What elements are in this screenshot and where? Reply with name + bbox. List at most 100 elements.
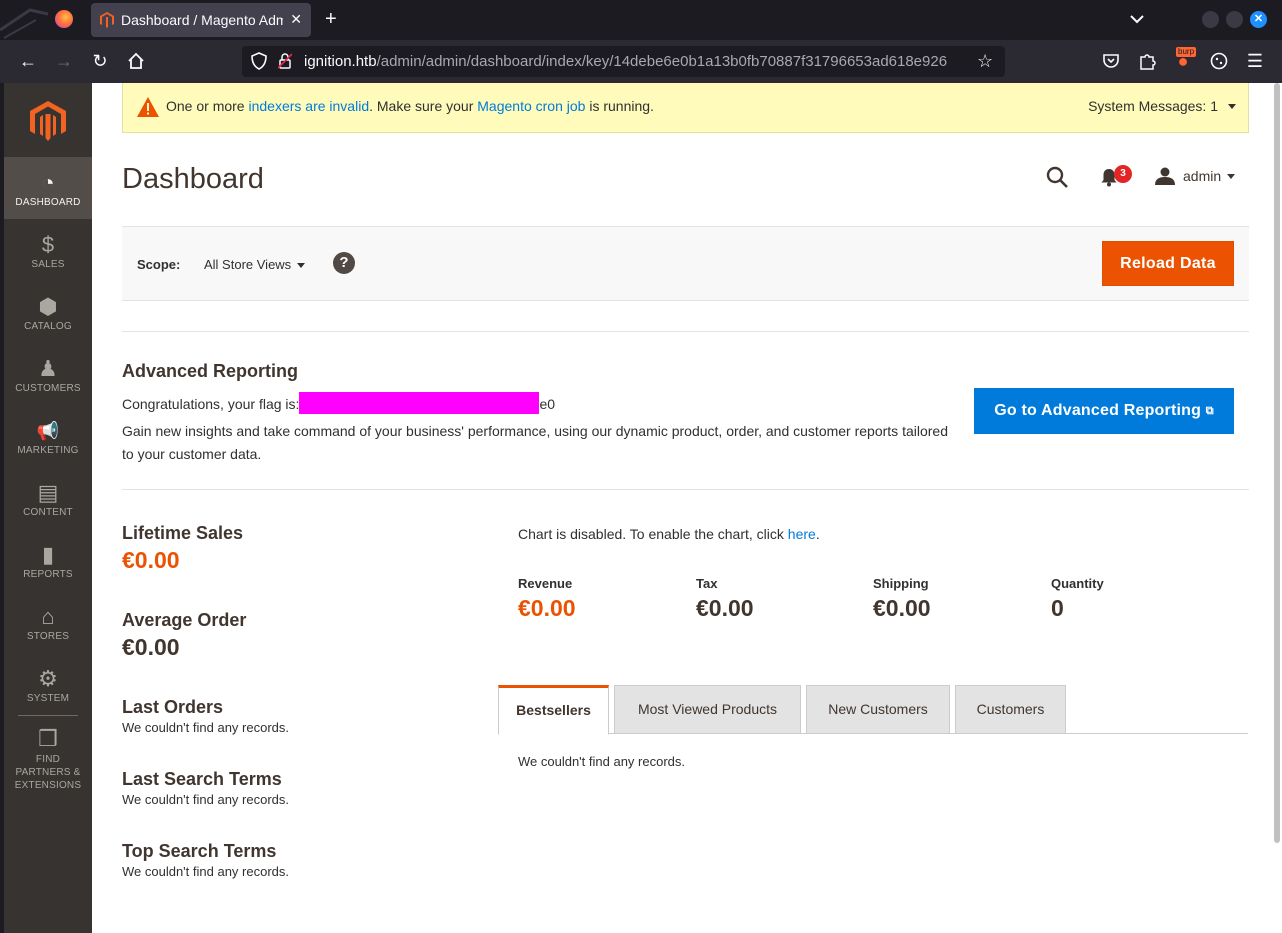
tab-most-viewed-products[interactable]: Most Viewed Products xyxy=(614,685,801,734)
system-message-text: One or more indexers are invalid. Make s… xyxy=(166,98,654,114)
tax-value: €0.00 xyxy=(696,595,754,621)
average-order-label: Average Order xyxy=(122,610,247,630)
sidebar-item-label: FIND PARTNERS & EXTENSIONS xyxy=(14,754,82,791)
tab-customers[interactable]: Customers xyxy=(955,685,1066,734)
maximize-window-button[interactable] xyxy=(1226,11,1243,28)
tracking-protection-shield-icon[interactable] xyxy=(250,52,268,70)
pocket-icon[interactable] xyxy=(1101,51,1121,71)
admin-sidebar: ◔ DASHBOARD $ SALES ⬢ CATALOG ♟ CUSTOMER… xyxy=(0,83,92,933)
sidebar-item-catalog[interactable]: ⬢ CATALOG xyxy=(4,281,92,343)
sidebar-item-label: CUSTOMERS xyxy=(15,383,81,394)
cron-job-link[interactable]: Magento cron job xyxy=(477,98,585,114)
minimize-window-button[interactable] xyxy=(1202,11,1219,28)
sidebar-item-reports[interactable]: ▮ REPORTS xyxy=(4,529,92,591)
firefox-icon[interactable] xyxy=(55,10,73,28)
admin-user-menu[interactable]: admin xyxy=(1183,168,1221,184)
external-link-icon: ⧉ xyxy=(1205,405,1214,417)
average-order-value: €0.00 xyxy=(122,634,180,660)
sidebar-item-dashboard[interactable]: ◔ DASHBOARD xyxy=(4,157,92,219)
top-search-terms-title: Top Search Terms xyxy=(122,841,277,861)
system-message-bar: One or more indexers are invalid. Make s… xyxy=(122,83,1249,133)
sidebar-item-label: REPORTS xyxy=(23,569,73,580)
top-search-terms-empty: We couldn't find any records. xyxy=(122,864,289,879)
system-messages-toggle[interactable]: System Messages: 1 xyxy=(1088,98,1218,114)
indexers-invalid-link[interactable]: indexers are invalid xyxy=(248,98,369,114)
sidebar-item-label: CONTENT xyxy=(23,507,73,518)
list-all-tabs-icon[interactable] xyxy=(1128,10,1146,28)
home-icon[interactable] xyxy=(126,51,146,71)
reload-data-button[interactable]: Reload Data xyxy=(1102,241,1234,286)
insecure-lock-icon[interactable] xyxy=(278,53,292,69)
magento-logo[interactable] xyxy=(30,101,66,141)
go-to-advanced-reporting-button[interactable]: Go to Advanced Reporting ⧉ xyxy=(974,388,1234,434)
sidebar-item-label: SYSTEM xyxy=(26,693,70,704)
store-scope-bar: Scope: All Store Views ? Reload Data xyxy=(122,226,1249,301)
browser-nav-bar: ← → ↻ ignition.htb/admin/admin/dashboard… xyxy=(0,40,1282,83)
sidebar-item-sales[interactable]: $ SALES xyxy=(4,219,92,281)
advanced-reporting-title: Advanced Reporting xyxy=(122,361,299,381)
tab-close-icon[interactable]: ✕ xyxy=(290,11,302,28)
lifetime-sales-value: €0.00 xyxy=(122,547,180,573)
search-icon[interactable] xyxy=(1045,165,1069,189)
blocks-icon: ❒ xyxy=(38,726,58,751)
tab-bestsellers[interactable]: Bestsellers xyxy=(498,685,609,735)
divider xyxy=(122,489,1249,490)
box-icon: ⬢ xyxy=(38,294,58,319)
sidebar-item-customers[interactable]: ♟ CUSTOMERS xyxy=(4,343,92,405)
url-text[interactable]: ignition.htb/admin/admin/dashboard/index… xyxy=(304,53,970,70)
forward-icon[interactable]: → xyxy=(54,51,74,71)
notification-count-badge[interactable]: 3 xyxy=(1114,165,1132,183)
chevron-down-icon[interactable] xyxy=(1228,104,1236,109)
redacted-flag xyxy=(299,392,540,415)
page-scrollbar[interactable] xyxy=(1274,83,1280,843)
dollar-icon: $ xyxy=(41,232,55,257)
burp-badge: burp xyxy=(1176,47,1197,57)
flag-message: Congratulations, your flag is: e0 xyxy=(122,392,555,415)
url-path: /admin/admin/dashboard/index/key/14debe6… xyxy=(376,53,948,70)
last-orders-empty: We couldn't find any records. xyxy=(122,720,289,735)
sidebar-item-system[interactable]: ⚙ SYSTEM xyxy=(4,653,92,715)
dashboard-gauge-icon: ◔ xyxy=(41,170,55,195)
url-bar[interactable]: ignition.htb/admin/admin/dashboard/index… xyxy=(242,46,1005,77)
tab-title: Dashboard / Magento Admin xyxy=(121,12,283,28)
sidebar-item-marketing[interactable]: 📢 MARKETING xyxy=(4,405,92,467)
reload-icon[interactable]: ↻ xyxy=(90,51,110,71)
chevron-down-icon[interactable] xyxy=(1227,174,1235,179)
scope-switcher[interactable]: All Store Views xyxy=(204,257,291,272)
warning-icon xyxy=(137,97,159,117)
hamburger-menu-icon[interactable]: ☰ xyxy=(1245,51,1265,71)
revenue-value: €0.00 xyxy=(518,595,576,621)
advanced-reporting-description: Gain new insights and take command of yo… xyxy=(122,423,948,462)
sidebar-item-label: SALES xyxy=(31,259,65,270)
user-icon[interactable] xyxy=(1155,167,1175,185)
page-title: Dashboard xyxy=(122,163,264,195)
last-orders-title: Last Orders xyxy=(122,697,224,717)
help-icon[interactable]: ? xyxy=(333,252,355,274)
new-tab-button[interactable]: + xyxy=(325,8,337,30)
enable-chart-link[interactable]: here xyxy=(788,526,816,542)
last-search-terms-title: Last Search Terms xyxy=(122,769,282,789)
bookmark-star-icon[interactable]: ☆ xyxy=(977,51,997,71)
chart-disabled-note: Chart is disabled. To enable the chart, … xyxy=(518,526,820,542)
bar-chart-icon: ▮ xyxy=(41,542,55,567)
lifetime-sales-label: Lifetime Sales xyxy=(122,523,244,543)
megaphone-icon: 📢 xyxy=(36,421,60,441)
cookie-icon[interactable] xyxy=(1209,51,1229,71)
shipping-value: €0.00 xyxy=(873,595,931,621)
divider xyxy=(122,331,1249,332)
sidebar-item-label: DASHBOARD xyxy=(15,197,81,208)
browser-tab-active[interactable]: Dashboard / Magento Admin ✕ xyxy=(91,3,311,37)
extensions-puzzle-icon[interactable] xyxy=(1137,51,1157,71)
sidebar-item-label: MARKETING xyxy=(17,445,79,456)
quantity-label: Quantity xyxy=(1051,576,1104,591)
dashboard-tabs: Bestsellers Most Viewed Products New Cus… xyxy=(498,685,1248,735)
tab-new-customers[interactable]: New Customers xyxy=(806,685,950,734)
back-icon[interactable]: ← xyxy=(18,51,38,71)
chevron-down-icon[interactable] xyxy=(297,263,305,268)
sidebar-item-stores[interactable]: ⌂ STORES xyxy=(4,591,92,653)
tax-label: Tax xyxy=(696,576,718,591)
magento-favicon-icon xyxy=(100,12,114,28)
close-window-button[interactable]: ✕ xyxy=(1250,11,1267,28)
sidebar-item-content[interactable]: ▤ CONTENT xyxy=(4,467,92,529)
sidebar-item-find-partners[interactable]: ❒ FIND PARTNERS & EXTENSIONS xyxy=(4,723,92,792)
